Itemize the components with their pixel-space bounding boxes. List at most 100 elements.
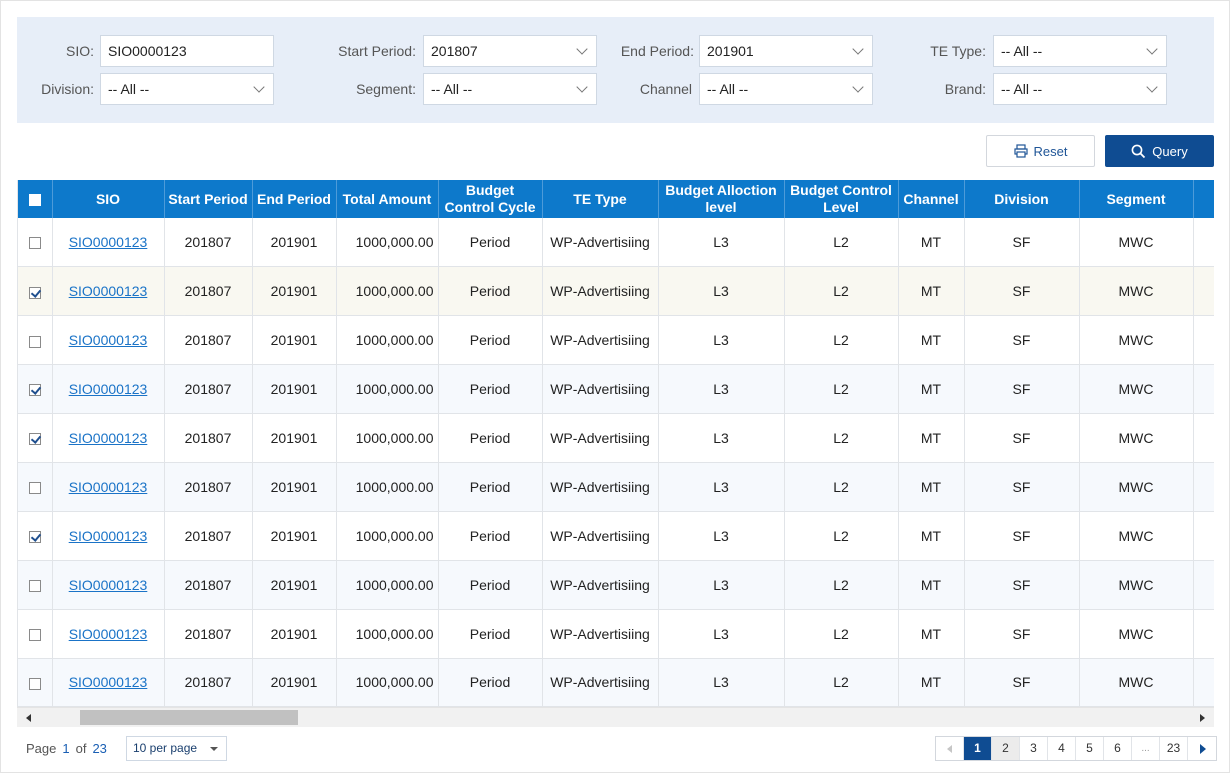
column-header[interactable]: SIO (52, 180, 165, 218)
sio-link[interactable]: SIO0000123 (69, 626, 148, 642)
column-header[interactable]: Total Amount (336, 180, 439, 218)
page-button[interactable]: 6 (1104, 737, 1132, 760)
query-button[interactable]: Query (1105, 135, 1214, 167)
page-button[interactable]: 1 (964, 737, 992, 760)
row-checkbox[interactable] (28, 531, 41, 544)
next-page-icon[interactable] (1188, 737, 1216, 760)
amount-cell: 1000,000.00 (336, 560, 439, 610)
select-all-header[interactable] (18, 180, 53, 218)
sio-link[interactable]: SIO0000123 (69, 332, 148, 348)
row-checkbox[interactable] (28, 237, 41, 250)
segment-select[interactable]: -- All -- (423, 73, 597, 105)
sio-link[interactable]: SIO0000123 (69, 234, 148, 250)
table-row[interactable]: SIO0000123 201807 201901 1000,000.00 Period W… (18, 266, 1214, 317)
sio-link[interactable]: SIO0000123 (69, 430, 148, 446)
column-header[interactable]: Budget Alloction level (658, 180, 785, 218)
table-row[interactable]: SIO0000123 201807 201901 1000,000.00 Period W… (18, 413, 1214, 463)
alloc-cell: L3 (658, 413, 785, 463)
channel-select[interactable]: -- All -- (699, 73, 873, 105)
division-select[interactable]: -- All -- (100, 73, 274, 105)
channel-cell: MT (898, 560, 965, 610)
amount-cell: 1000,000.00 (336, 266, 439, 317)
table-row[interactable]: SIO0000123 201807 201901 1000,000.00 Period W… (18, 560, 1214, 610)
column-header[interactable]: B (1193, 180, 1214, 218)
row-select-cell (18, 560, 53, 610)
cycle-cell: Period (438, 266, 543, 317)
row-checkbox[interactable] (28, 335, 41, 348)
alloc-cell: L3 (658, 364, 785, 415)
end-period-select[interactable]: 201901 (699, 35, 873, 67)
column-header[interactable]: Channel (898, 180, 965, 218)
column-header[interactable]: End Period (252, 180, 337, 218)
column-header[interactable]: Segment (1079, 180, 1194, 218)
column-header[interactable]: TE Type (542, 180, 659, 218)
end-cell: 201901 (252, 658, 337, 707)
page-button[interactable]: 23 (1160, 737, 1188, 760)
end-cell: 201901 (252, 462, 337, 512)
te-type-select[interactable]: -- All -- (993, 35, 1167, 67)
table-row[interactable]: SIO0000123 201807 201901 1000,000.00 Period W… (18, 462, 1214, 512)
scroll-left-arrow-icon[interactable] (26, 714, 31, 722)
sio-link[interactable]: SIO0000123 (69, 674, 148, 690)
column-header[interactable]: Start Period (164, 180, 253, 218)
table-row[interactable]: SIO0000123 201807 201901 1000,000.00 Period W… (18, 218, 1214, 268)
sio-cell: SIO0000123 (52, 218, 165, 268)
start-period-select[interactable]: 201807 (423, 35, 597, 67)
control-cell: L2 (784, 413, 899, 463)
division-cell: SF (964, 218, 1080, 268)
chevron-down-icon (1146, 43, 1158, 55)
search-icon (1131, 144, 1146, 158)
division-cell: SF (964, 511, 1080, 561)
table-row[interactable]: SIO0000123 201807 201901 1000,000.00 Period W… (18, 315, 1214, 366)
row-checkbox[interactable] (28, 286, 41, 299)
table-row[interactable]: SIO0000123 201807 201901 1000,000.00 Period W… (18, 364, 1214, 415)
end-cell: 201901 (252, 266, 337, 317)
page-button[interactable]: 2 (992, 737, 1020, 760)
reset-button[interactable]: Reset (986, 135, 1095, 167)
control-cell: L2 (784, 609, 899, 659)
table-row[interactable]: SIO0000123 201807 201901 1000,000.00 Period W… (18, 658, 1214, 707)
page-button[interactable]: 4 (1048, 737, 1076, 760)
control-cell: L2 (784, 511, 899, 561)
division-cell: SF (964, 658, 1080, 707)
row-checkbox[interactable] (28, 482, 41, 495)
page-button[interactable]: 5 (1076, 737, 1104, 760)
cycle-cell: Period (438, 658, 543, 707)
row-checkbox[interactable] (28, 628, 41, 641)
te-cell: WP-Advertisiing (542, 560, 659, 610)
row-checkbox[interactable] (28, 433, 41, 446)
sio-link[interactable]: SIO0000123 (69, 381, 148, 397)
prev-page-icon[interactable] (936, 737, 964, 760)
pagination: 1 2 3 4 5 6 ... 23 (935, 736, 1217, 761)
row-checkbox[interactable] (28, 677, 41, 690)
page-button[interactable]: 3 (1020, 737, 1048, 760)
sio-label: SIO: (65, 43, 94, 59)
scroll-right-arrow-icon[interactable] (1200, 714, 1205, 722)
brand-label: Brand: (944, 81, 986, 97)
cycle-cell: Period (438, 364, 543, 415)
amount-cell: 1000,000.00 (336, 364, 439, 415)
te-cell: WP-Advertisiing (542, 364, 659, 415)
table-row[interactable]: SIO0000123 201807 201901 1000,000.00 Period W… (18, 609, 1214, 659)
column-header[interactable]: Budget Control Cycle (438, 180, 543, 218)
page-info: Page 1 of 23 (26, 737, 107, 761)
row-checkbox[interactable] (28, 579, 41, 592)
sio-input[interactable]: SIO0000123 (100, 35, 274, 67)
scrollbar-thumb[interactable] (80, 710, 298, 725)
sio-link[interactable]: SIO0000123 (69, 528, 148, 544)
sio-link[interactable]: SIO0000123 (69, 577, 148, 593)
select-all-checkbox[interactable] (28, 193, 41, 206)
control-cell: L2 (784, 560, 899, 610)
brand-select[interactable]: -- All -- (993, 73, 1167, 105)
extra-cell: I (1193, 658, 1214, 707)
chevron-down-icon (852, 81, 864, 93)
table-row[interactable]: SIO0000123 201807 201901 1000,000.00 Period W… (18, 511, 1214, 561)
sio-link[interactable]: SIO0000123 (69, 283, 148, 299)
sio-link[interactable]: SIO0000123 (69, 479, 148, 495)
control-cell: L2 (784, 266, 899, 317)
column-header[interactable]: Budget Control Level (784, 180, 899, 218)
horizontal-scrollbar[interactable] (17, 707, 1214, 727)
row-checkbox[interactable] (28, 384, 41, 397)
per-page-select[interactable]: 10 per page (126, 736, 227, 761)
column-header[interactable]: Division (964, 180, 1080, 218)
